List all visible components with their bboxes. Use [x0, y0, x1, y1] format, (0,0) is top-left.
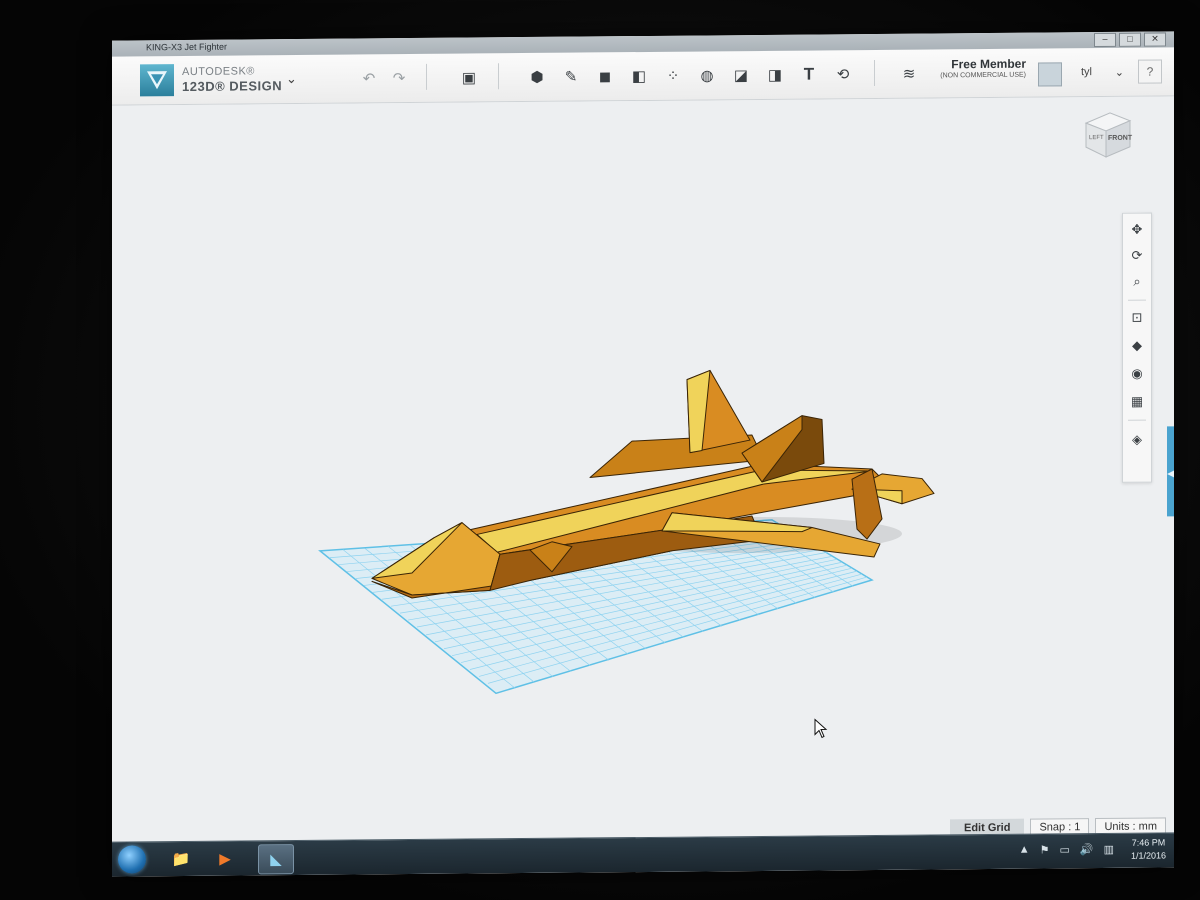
material-button[interactable]: ⟲ — [830, 62, 856, 86]
user-menu-caret-icon[interactable]: ⌄ — [1115, 66, 1124, 79]
action-center-icon[interactable]: ⚑ — [1040, 843, 1050, 856]
logo-icon — [147, 71, 167, 90]
grid-display-icon[interactable]: ▦ — [1127, 392, 1147, 412]
redo-button[interactable]: ↷ — [386, 66, 412, 90]
volume-icon[interactable]: 🔊 — [1080, 843, 1094, 856]
minimize-button[interactable]: – — [1094, 32, 1116, 48]
help-button[interactable]: ? — [1138, 59, 1162, 84]
window-controls: – □ ✕ — [1094, 32, 1166, 48]
side-panel-arrow-icon: ◀ — [1167, 468, 1174, 479]
network-icon[interactable]: ▭ — [1059, 843, 1069, 856]
toolbar-divider — [498, 63, 499, 90]
brand-company: AUTODESK® — [182, 65, 255, 79]
toolbar-divider — [426, 63, 427, 90]
clock-date: 1/1/2016 — [1130, 850, 1166, 861]
grouping-button[interactable]: ⁘ — [660, 64, 686, 88]
navigation-bar: ✥ ⟳ ⌕ ⊡ ◆ ◉ ▦ ◈ — [1122, 212, 1152, 483]
tray-expand-icon[interactable]: ▲ — [1019, 844, 1030, 857]
app-logo[interactable] — [140, 64, 174, 97]
plan-note: (NON COMMERCIAL USE) — [940, 71, 1026, 80]
user-avatar[interactable] — [1038, 62, 1062, 87]
primitives-button[interactable]: ▣ — [456, 65, 482, 89]
plan-label: Free Member — [951, 56, 1026, 72]
scene — [318, 369, 935, 695]
system-clock[interactable]: 7:46 PM 1/1/2016 — [1131, 836, 1166, 862]
sketch-button[interactable]: ⬢ — [524, 65, 550, 89]
text-button[interactable]: T — [796, 62, 822, 86]
construct-button[interactable]: ✎ — [558, 65, 584, 89]
close-button[interactable]: ✕ — [1144, 32, 1166, 47]
view-mode-icon[interactable]: ◆ — [1127, 336, 1147, 356]
visibility-icon[interactable]: ◉ — [1127, 364, 1147, 384]
app-screen: KING-X3 Jet Fighter – □ ✕ AUTODESK® 123D… — [112, 31, 1174, 877]
orbit-icon[interactable]: ⟳ — [1127, 246, 1147, 266]
maximize-button[interactable]: □ — [1119, 32, 1141, 47]
taskbar-explorer-icon[interactable]: 📁 — [164, 845, 198, 873]
snap-button[interactable]: ◨ — [762, 63, 788, 87]
app-menu-caret-icon[interactable]: ⌄ — [286, 71, 297, 87]
pattern-button[interactable]: ◧ — [626, 64, 652, 88]
combine-button[interactable]: ◍ — [694, 63, 720, 87]
modify-button[interactable]: ◼ — [592, 64, 618, 88]
viewport-canvas[interactable]: LEFT FRONT ✥ ⟳ ⌕ ⊡ ◆ ◉ ▦ ◈ ◀ Edit Grid S… — [112, 96, 1174, 877]
account-plan: Free Member (NON COMMERCIAL USE) — [940, 57, 1026, 80]
material-display-icon[interactable]: ◈ — [1127, 430, 1147, 450]
zoom-icon[interactable]: ⌕ — [1127, 272, 1147, 292]
layers-icon[interactable]: ≋ — [896, 62, 922, 86]
mouse-cursor-icon — [814, 718, 828, 739]
taskbar-media-player-icon[interactable]: ▶ — [208, 844, 242, 872]
windows-flag-icon[interactable]: ▥ — [1104, 843, 1114, 856]
system-tray: ▲ ⚑ ▭ 🔊 ▥ — [1019, 843, 1114, 857]
undo-button[interactable]: ↶ — [356, 66, 382, 90]
measure-button[interactable]: ◪ — [728, 63, 754, 87]
navbar-divider — [1128, 299, 1146, 301]
window-title: KING-X3 Jet Fighter — [146, 41, 228, 53]
toolbar-divider — [874, 59, 875, 86]
username[interactable]: tyl — [1081, 66, 1092, 78]
start-button[interactable] — [118, 845, 146, 874]
clock-time: 7:46 PM — [1131, 837, 1166, 848]
pan-icon[interactable]: ✥ — [1127, 220, 1147, 240]
brand-product: 123D® DESIGN — [182, 78, 283, 95]
navbar-divider — [1128, 419, 1146, 421]
taskbar-123d-design-icon[interactable]: ◣ — [258, 844, 294, 875]
fit-icon[interactable]: ⊡ — [1127, 308, 1147, 328]
